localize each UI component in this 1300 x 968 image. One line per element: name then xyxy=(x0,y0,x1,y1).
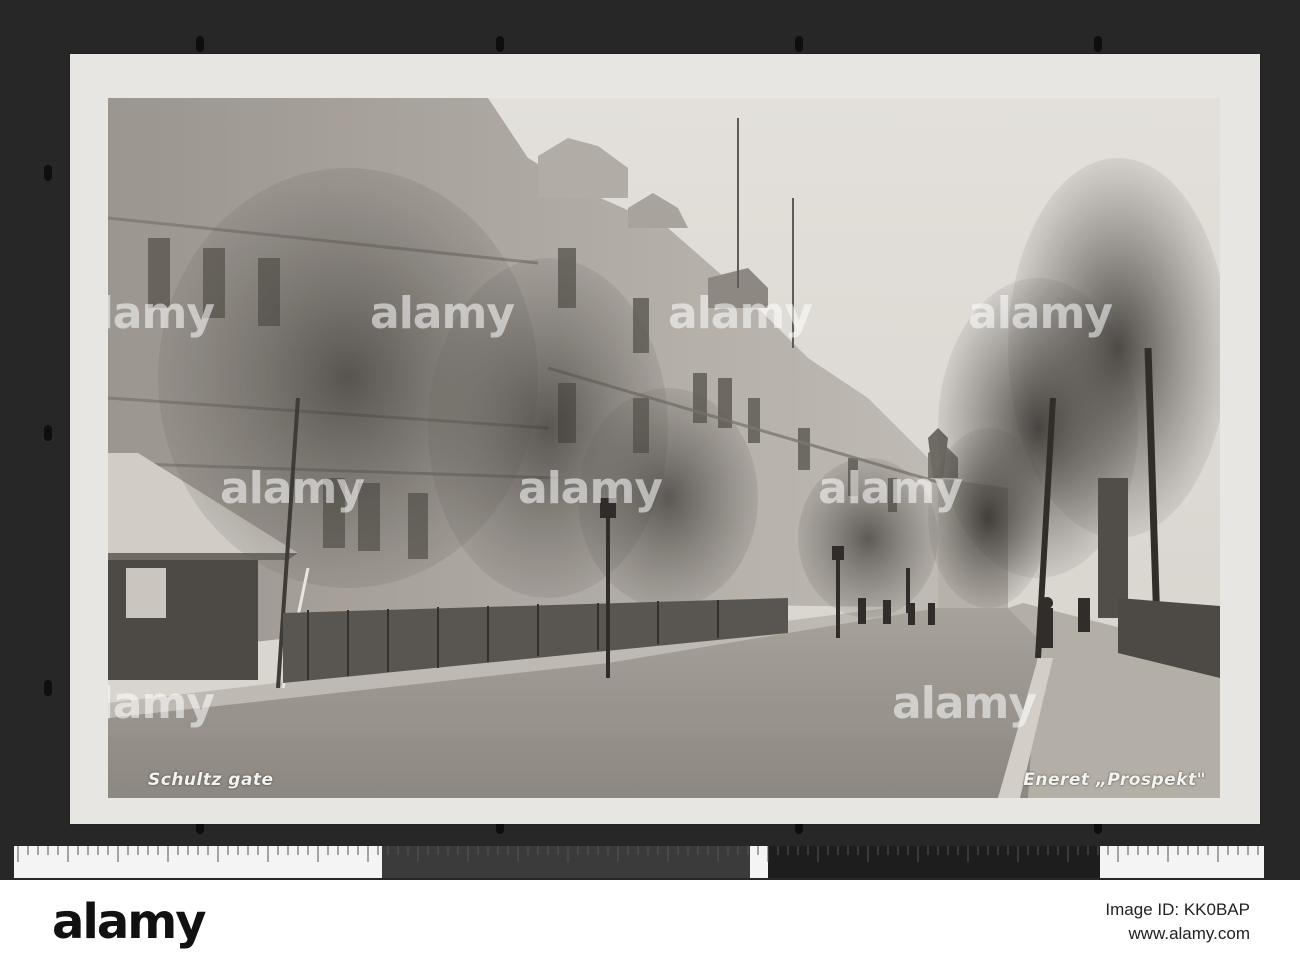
image-info: Image ID: KK0BAP www.alamy.com xyxy=(1105,898,1250,946)
image-id: Image ID: KK0BAP xyxy=(1105,900,1250,919)
brand-bar: alamy Image ID: KK0BAP www.alamy.com xyxy=(0,880,1300,968)
watermark: alamy xyxy=(518,463,663,514)
photo-caption-right: Eneret „Prospekt" xyxy=(1023,770,1206,790)
watermark: alamy xyxy=(370,288,515,339)
board-mark xyxy=(496,36,504,52)
board-mark xyxy=(44,165,52,181)
scale-ruler xyxy=(14,846,1264,878)
board-mark xyxy=(795,36,803,52)
street-scene xyxy=(108,98,1220,798)
postcard: alamy alamy alamy alamy alamy alamy alam… xyxy=(70,54,1260,824)
alamy-logo[interactable]: alamy xyxy=(52,894,207,950)
watermark: alamy xyxy=(818,463,963,514)
board-mark xyxy=(44,680,52,696)
site-url[interactable]: www.alamy.com xyxy=(1105,922,1250,946)
watermark: alamy xyxy=(108,288,215,339)
watermark: alamy xyxy=(108,678,215,729)
board-mark xyxy=(44,425,52,441)
street-photograph: alamy alamy alamy alamy alamy alamy alam… xyxy=(108,98,1220,798)
board-mark xyxy=(1094,36,1102,52)
watermark: alamy xyxy=(892,678,1037,729)
watermark: alamy xyxy=(220,463,365,514)
photo-caption-left: Schultz gate xyxy=(148,770,274,790)
board-mark xyxy=(196,36,204,52)
scan-background: alamy alamy alamy alamy alamy alamy alam… xyxy=(0,0,1300,880)
watermark: alamy xyxy=(668,288,813,339)
watermark: alamy xyxy=(968,288,1113,339)
